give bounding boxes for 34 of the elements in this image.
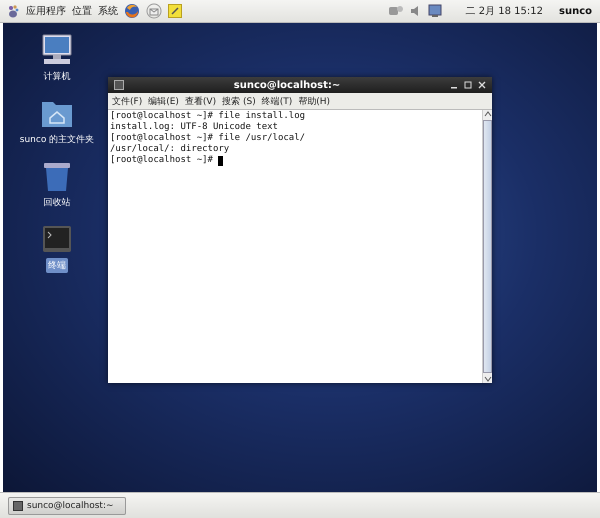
terminal-line: [root@localhost ~]# file /usr/local/ — [110, 133, 306, 144]
menu-item[interactable]: 编辑(E) — [148, 94, 179, 108]
terminal-icon — [13, 500, 23, 510]
monitor-icon[interactable] — [428, 4, 442, 18]
clock[interactable]: 二 2月 18 15:12 — [466, 4, 543, 18]
icon-label[interactable]: 回收站 — [42, 195, 72, 210]
user-name[interactable]: sunco — [559, 6, 592, 16]
browser-icon[interactable] — [124, 3, 140, 19]
terminal-line: install.log: UTF-8 Unicode text — [110, 122, 278, 133]
menu-item[interactable]: 终端(T) — [262, 94, 292, 108]
menu-item[interactable]: 查看(V) — [184, 94, 216, 108]
window-menu-icon[interactable] — [114, 80, 124, 90]
panel-menu[interactable]: 位置 — [72, 4, 92, 18]
envelope-icon[interactable] — [146, 3, 162, 19]
terminal-line: /usr/local/: directory — [110, 144, 230, 155]
scroll-down-icon[interactable] — [484, 375, 492, 383]
text-cursor — [218, 156, 224, 166]
scroll-up-icon[interactable] — [484, 110, 492, 118]
taskbar-button[interactable]: sunco@localhost:~ — [8, 496, 126, 514]
scroll-thumb[interactable] — [483, 120, 492, 373]
menu-item[interactable]: 帮助(H) — [298, 94, 330, 108]
menu-item[interactable]: 文件(F) — [112, 94, 142, 108]
scrollbar[interactable] — [482, 110, 492, 383]
window-title: sunco@localhost:~ — [232, 80, 342, 90]
terminal-line: [root@localhost ~]# — [110, 155, 214, 166]
notepad-icon[interactable] — [168, 4, 182, 18]
icon-label[interactable]: sunco 的主文件夹 — [18, 132, 96, 147]
terminal-line: [root@localhost ~]# file install.log — [110, 111, 306, 122]
panel-menu[interactable]: 应用程序 — [26, 4, 66, 18]
icon-label[interactable]: 计算机 — [42, 69, 72, 84]
menu-item[interactable]: 搜索 (S) — [222, 94, 256, 108]
panel-menu[interactable]: 系统 — [98, 4, 118, 18]
close-icon[interactable] — [478, 81, 486, 89]
maximize-icon[interactable] — [464, 81, 472, 89]
